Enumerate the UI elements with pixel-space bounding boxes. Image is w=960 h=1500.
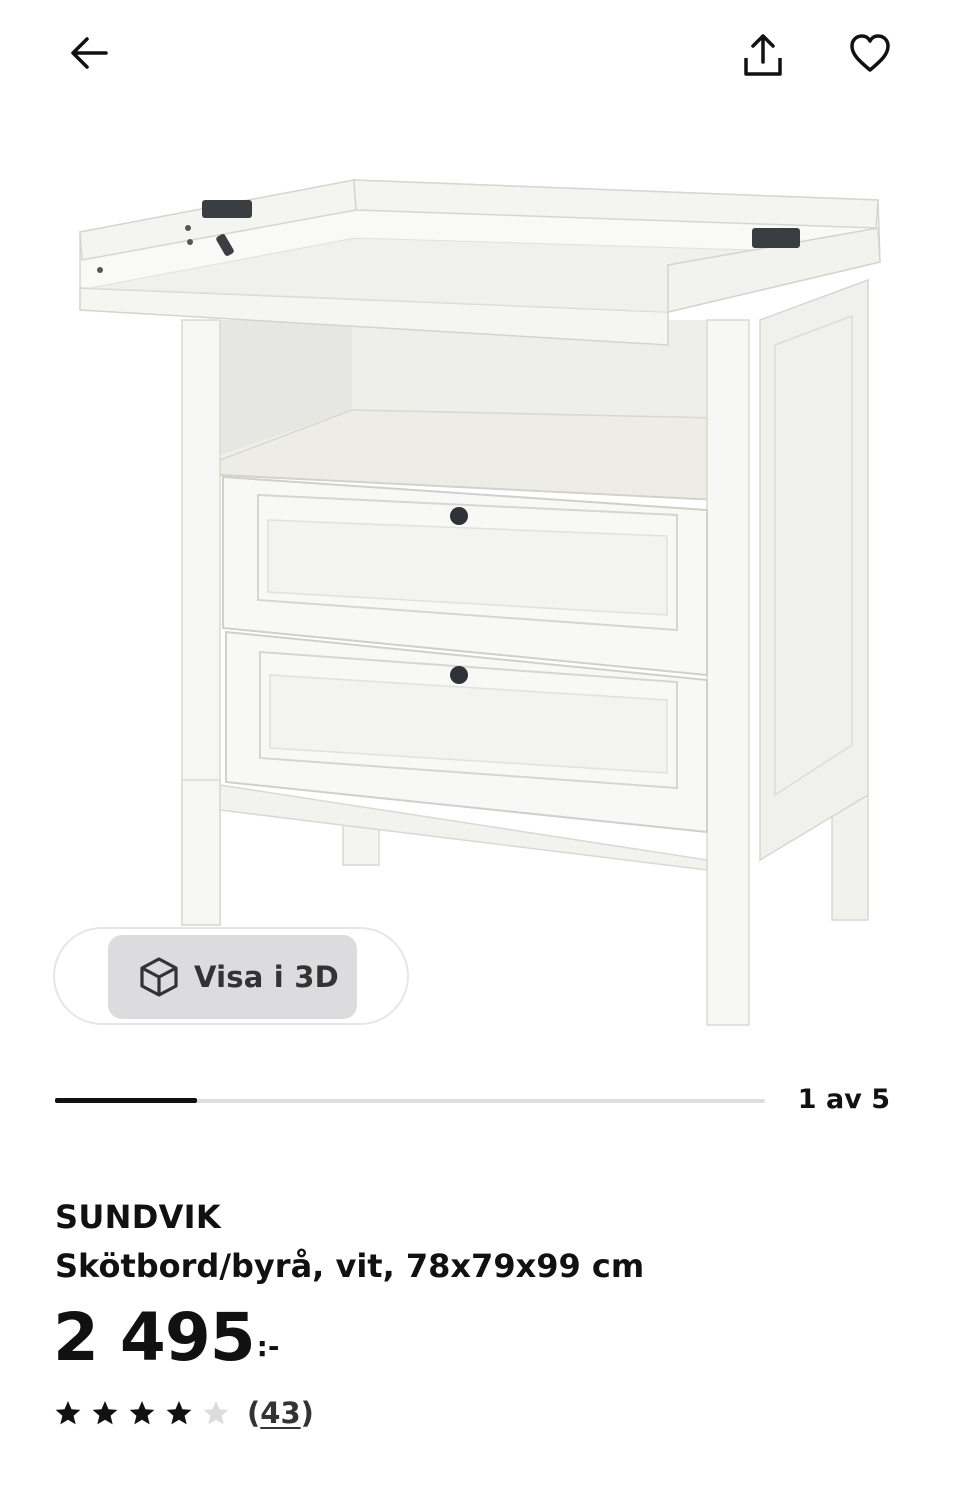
back-button[interactable] — [59, 23, 119, 83]
favorite-button[interactable] — [840, 23, 900, 83]
product-name: SUNDVIK — [55, 1198, 221, 1236]
review-count-link[interactable]: (43) — [247, 1396, 314, 1430]
price: 2 495 :- — [53, 1300, 280, 1376]
arrow-left-icon — [71, 37, 108, 69]
star-filled-icon — [92, 1401, 118, 1425]
share-icon — [744, 34, 782, 76]
heart-outline-icon — [850, 34, 890, 72]
rating-stars — [55, 1400, 240, 1426]
carousel-progress-fill — [55, 1098, 197, 1103]
price-suffix: :- — [256, 1330, 280, 1363]
rating[interactable]: (43) — [55, 1396, 314, 1430]
price-value: 2 495 — [53, 1299, 256, 1376]
star-filled-icon — [166, 1401, 192, 1425]
star-filled-icon — [129, 1401, 155, 1425]
star-empty-icon — [203, 1401, 229, 1425]
share-button[interactable] — [733, 25, 793, 85]
image-counter: 1 av 5 — [797, 1084, 890, 1115]
product-image[interactable] — [70, 170, 890, 1040]
star-filled-icon — [55, 1401, 81, 1425]
view-3d-label: Visa i 3D — [194, 960, 339, 994]
cube-icon — [140, 957, 178, 997]
view-3d-button[interactable]: Visa i 3D — [108, 935, 357, 1019]
product-description: Skötbord/byrå, vit, 78x79x99 cm — [55, 1247, 645, 1285]
changing-table-illustration — [79, 179, 881, 1026]
